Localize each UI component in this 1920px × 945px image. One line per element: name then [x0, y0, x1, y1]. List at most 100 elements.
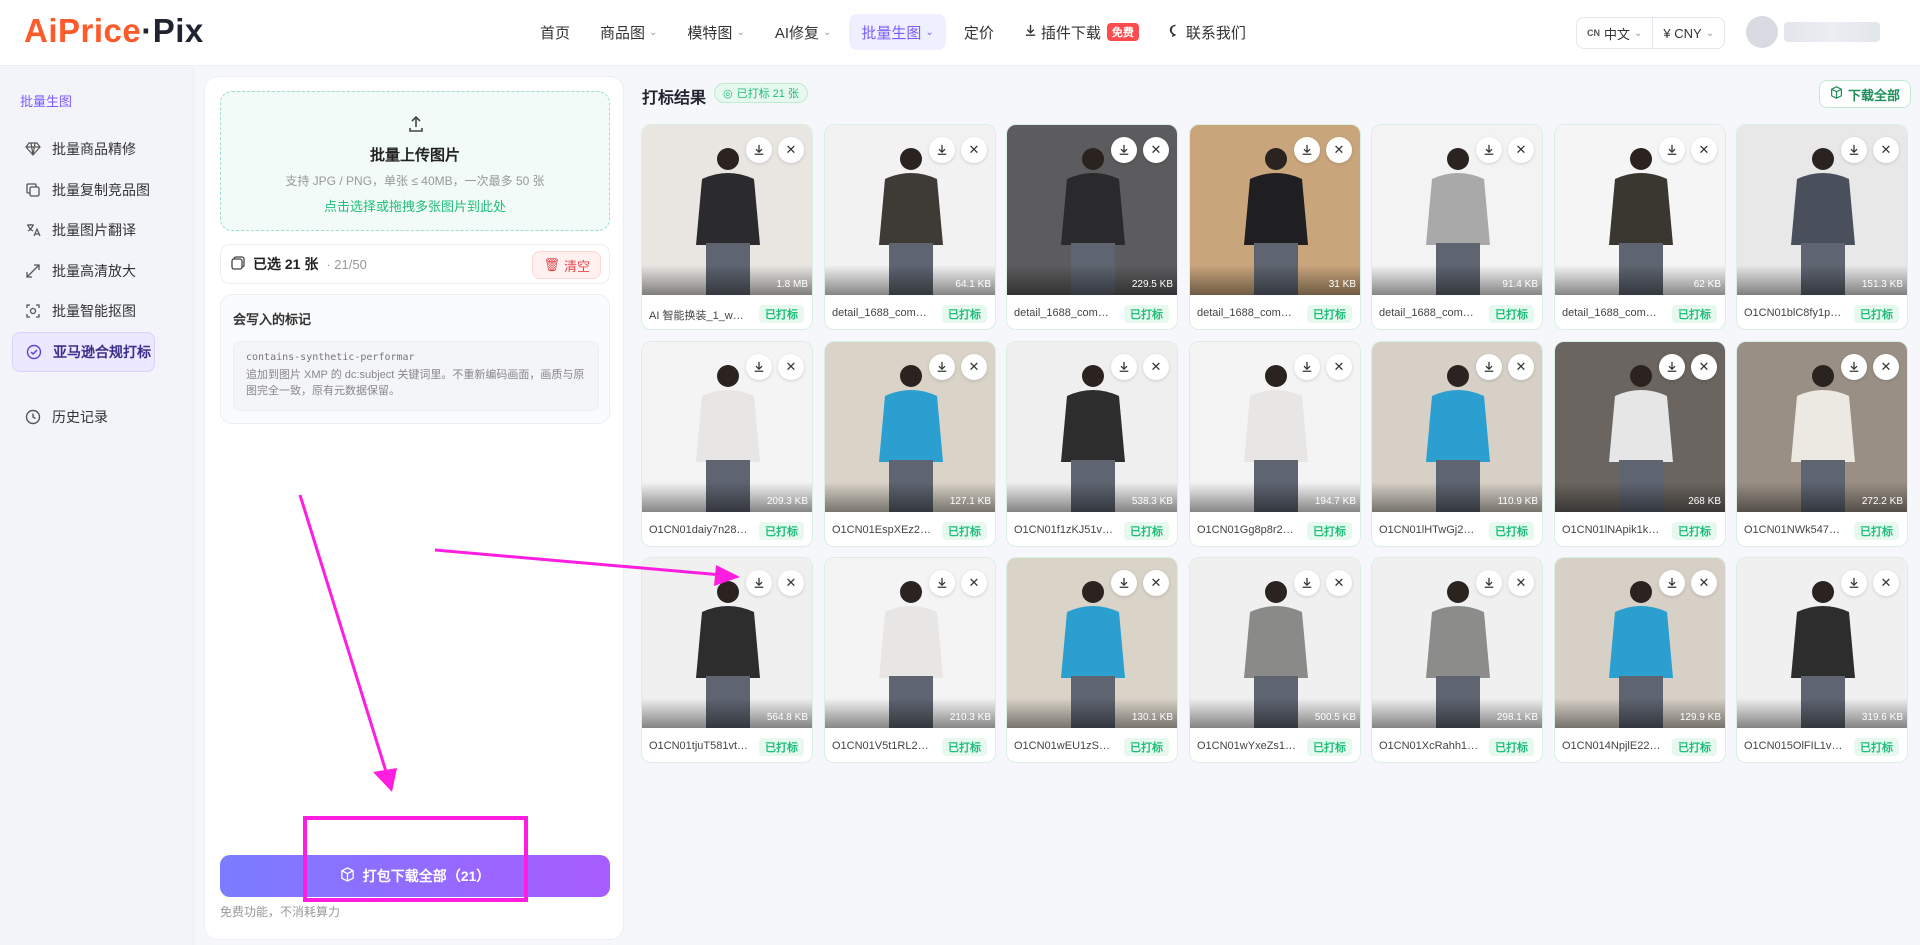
sidebar-item-4[interactable]: 批量智能抠图: [12, 291, 155, 331]
sidebar-item-label: 批量智能抠图: [52, 303, 136, 319]
logo[interactable]: AiPrice·Pix: [24, 12, 204, 50]
download-icon[interactable]: [1294, 570, 1320, 596]
pack-download-button[interactable]: 打包下载全部（21）: [220, 855, 610, 897]
close-icon[interactable]: ✕: [1508, 570, 1534, 596]
download-icon[interactable]: [1476, 354, 1502, 380]
close-icon[interactable]: ✕: [1691, 137, 1717, 163]
download-icon[interactable]: [929, 137, 955, 163]
download-icon[interactable]: [746, 137, 772, 163]
download-icon[interactable]: [1841, 570, 1867, 596]
nav-item-7[interactable]: 联系我们: [1157, 14, 1258, 50]
download-icon[interactable]: [746, 354, 772, 380]
result-card[interactable]: 272.2 KB ✕ O1CN01NWk5471S7... 已打标: [1736, 341, 1908, 547]
result-card[interactable]: 64.1 KB ✕ detail_1688_com_1... 已打标: [824, 124, 996, 330]
nav-item-4[interactable]: 批量生图 ⌄: [849, 14, 946, 50]
close-icon[interactable]: ✕: [1508, 354, 1534, 380]
download-icon[interactable]: [1476, 570, 1502, 596]
result-card[interactable]: 151.3 KB ✕ O1CN01blC8fy1py4... 已打标: [1736, 124, 1908, 330]
sidebar: 批量生图 批量商品精修 批量复制竞品图 批量图片翻译 批量高清放大 批量智能抠图 亚马逊合…: [0, 67, 194, 945]
result-card[interactable]: 268 KB ✕ O1CN01lNApik1kqg... 已打标: [1554, 341, 1726, 547]
sidebar-item-2[interactable]: 批量图片翻译: [12, 210, 155, 250]
result-card[interactable]: 210.3 KB ✕ O1CN01V5t1RL28W... 已打标: [824, 557, 996, 763]
result-card[interactable]: 209.3 KB ✕ O1CN01daiy7n28W... 已打标: [641, 341, 813, 547]
close-icon[interactable]: ✕: [1143, 354, 1169, 380]
download-icon[interactable]: [1294, 137, 1320, 163]
close-icon[interactable]: ✕: [961, 137, 987, 163]
file-size: 272.2 KB: [1861, 496, 1903, 507]
download-icon[interactable]: [1659, 137, 1685, 163]
result-card[interactable]: 298.1 KB ✕ O1CN01XcRahh1vtr... 已打标: [1371, 557, 1543, 763]
close-icon[interactable]: ✕: [1326, 137, 1352, 163]
sidebar-item-3[interactable]: 批量高清放大: [12, 251, 155, 291]
upload-link[interactable]: 点击选择或拖拽多张图片到此处: [221, 196, 609, 215]
download-icon[interactable]: [929, 570, 955, 596]
result-card[interactable]: 127.1 KB ✕ O1CN01EspXEz22Y... 已打标: [824, 341, 996, 547]
file-name: O1CN01wEU1zS22Y...: [1014, 740, 1114, 752]
close-icon[interactable]: ✕: [1143, 137, 1169, 163]
close-icon[interactable]: ✕: [1873, 570, 1899, 596]
nav-item-0[interactable]: 首页: [528, 14, 582, 50]
result-card[interactable]: 194.7 KB ✕ O1CN01Gg8p8r28... 已打标: [1189, 341, 1361, 547]
close-icon[interactable]: ✕: [1326, 354, 1352, 380]
result-card[interactable]: 229.5 KB ✕ detail_1688_com_1... 已打标: [1006, 124, 1178, 330]
nav-item-6[interactable]: 插件下载 免费: [1012, 14, 1151, 50]
close-icon[interactable]: ✕: [1873, 354, 1899, 380]
result-card[interactable]: 110.9 KB ✕ O1CN01lHTwGj22Y3... 已打标: [1371, 341, 1543, 547]
close-icon[interactable]: ✕: [778, 354, 804, 380]
sidebar-item-1[interactable]: 批量复制竞品图: [12, 170, 155, 210]
download-icon[interactable]: [1111, 137, 1137, 163]
nav-item-1[interactable]: 商品图 ⌄: [588, 14, 669, 50]
nav-item-3[interactable]: AI修复 ⌄: [763, 14, 844, 50]
download-icon[interactable]: [1841, 137, 1867, 163]
result-card[interactable]: 564.8 KB ✕ O1CN01tjuT581vtr0... 已打标: [641, 557, 813, 763]
avatar[interactable]: [1746, 16, 1778, 48]
close-icon[interactable]: ✕: [1691, 570, 1717, 596]
result-card[interactable]: 130.1 KB ✕ O1CN01wEU1zS22Y... 已打标: [1006, 557, 1178, 763]
close-icon[interactable]: ✕: [961, 570, 987, 596]
language-select[interactable]: CN 中文 ⌄: [1577, 18, 1652, 48]
download-icon[interactable]: [1659, 570, 1685, 596]
upload-dropzone[interactable]: 批量上传图片 支持 JPG / PNG，单张 ≤ 40MB，一次最多 50 张 …: [220, 91, 610, 231]
sidebar-item-5[interactable]: 亚马逊合规打标: [12, 332, 155, 372]
result-card[interactable]: 500.5 KB ✕ O1CN01wYxeZs1vtr... 已打标: [1189, 557, 1361, 763]
download-icon[interactable]: [1111, 570, 1137, 596]
download-icon[interactable]: [1476, 137, 1502, 163]
close-icon[interactable]: ✕: [778, 137, 804, 163]
result-card[interactable]: 62 KB ✕ detail_1688_com_1... 已打标: [1554, 124, 1726, 330]
download-icon[interactable]: [1841, 354, 1867, 380]
close-icon[interactable]: ✕: [1873, 137, 1899, 163]
download-icon[interactable]: [746, 570, 772, 596]
close-icon[interactable]: ✕: [1691, 354, 1717, 380]
chevron-down-icon: ⌄: [649, 26, 658, 38]
currency-select[interactable]: ¥ CNY ⌄: [1652, 18, 1724, 48]
sidebar-item-0[interactable]: 批量商品精修: [12, 129, 155, 169]
nav-label: 商品图: [600, 24, 646, 42]
tagged-badge: 已打标: [1307, 305, 1352, 323]
close-icon[interactable]: ✕: [1326, 570, 1352, 596]
nav-item-2[interactable]: 模特图 ⌄: [675, 14, 756, 50]
download-all-button[interactable]: 下载全部: [1819, 80, 1912, 108]
tagged-badge: 已打标: [1489, 522, 1534, 540]
upload-hint: 支持 JPG / PNG，单张 ≤ 40MB，一次最多 50 张: [285, 174, 545, 188]
result-card[interactable]: 319.6 KB ✕ O1CN015OlFIL1vtr0... 已打标: [1736, 557, 1908, 763]
result-card[interactable]: 1.8 MB ✕ AI 智能换装_1_wat... 已打标: [641, 124, 813, 330]
close-icon[interactable]: ✕: [1508, 137, 1534, 163]
user-name-blurred[interactable]: [1784, 22, 1880, 42]
close-icon[interactable]: ✕: [1143, 570, 1169, 596]
download-icon[interactable]: [929, 354, 955, 380]
sidebar-item-history[interactable]: 历史记录: [12, 397, 155, 437]
file-name: detail_1688_com_1...: [1562, 307, 1662, 319]
clear-button[interactable]: 🗑 清空: [532, 251, 601, 279]
result-card[interactable]: 538.3 KB ✕ O1CN01f1zKJ51vtr0... 已打标: [1006, 341, 1178, 547]
close-icon[interactable]: ✕: [778, 570, 804, 596]
tagged-badge: 已打标: [1489, 738, 1534, 756]
download-icon[interactable]: [1294, 354, 1320, 380]
download-icon[interactable]: [1659, 354, 1685, 380]
result-card[interactable]: 31 KB ✕ detail_1688_com_1... 已打标: [1189, 124, 1361, 330]
download-icon[interactable]: [1111, 354, 1137, 380]
nav-item-5[interactable]: 定价: [952, 14, 1006, 50]
file-size: 319.6 KB: [1861, 712, 1903, 723]
result-card[interactable]: 91.4 KB ✕ detail_1688_com_1... 已打标: [1371, 124, 1543, 330]
close-icon[interactable]: ✕: [961, 354, 987, 380]
result-card[interactable]: 129.9 KB ✕ O1CN014NpjlE22Y3... 已打标: [1554, 557, 1726, 763]
